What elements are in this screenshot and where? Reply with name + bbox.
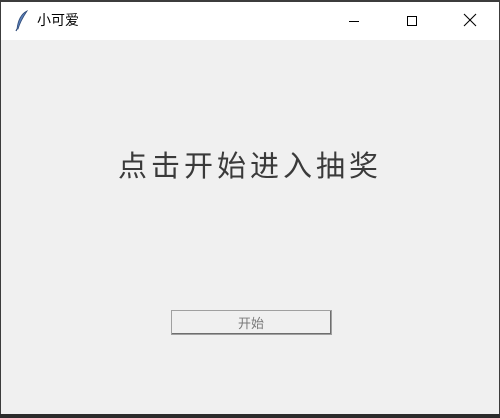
- maximize-button[interactable]: [383, 2, 441, 40]
- minimize-button[interactable]: [325, 2, 383, 40]
- lottery-heading: 点击开始进入抽奖: [117, 149, 382, 183]
- close-icon: [463, 12, 477, 31]
- title-bar[interactable]: 小可爱: [1, 0, 499, 40]
- window-title: 小可爱: [37, 13, 79, 29]
- app-window: 小可爱 点击开始进入抽奖 开始: [0, 0, 500, 414]
- window-bottom-border: [0, 414, 500, 418]
- feather-icon: [14, 9, 30, 32]
- start-button[interactable]: 开始: [171, 310, 332, 335]
- close-button[interactable]: [441, 2, 499, 40]
- maximize-icon: [406, 12, 418, 31]
- minimize-icon: [348, 12, 360, 31]
